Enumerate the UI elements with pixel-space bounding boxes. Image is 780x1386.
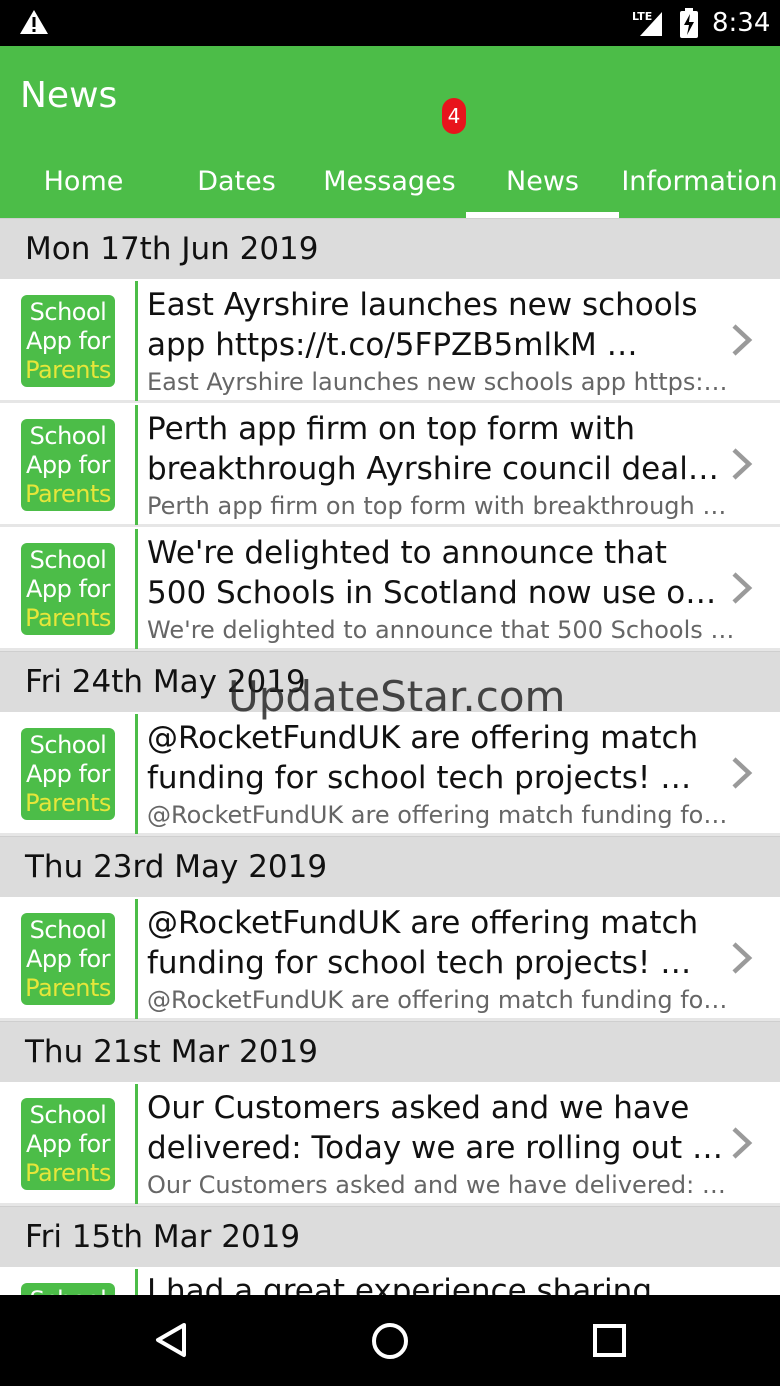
news-summary: Our Customers asked and we have delivere… [147, 1171, 735, 1199]
news-item[interactable]: School App for Parents @RocketFundUK are of… [0, 897, 780, 1021]
school-app-logo: SchoolApp forParents [21, 1098, 115, 1190]
news-title-line: @RocketFundUK are offering match [147, 905, 699, 941]
logo-line: App for [25, 451, 111, 479]
chevron-right-icon [732, 448, 753, 480]
logo-line: School [21, 1286, 115, 1295]
school-app-logo: SchoolApp forParents [21, 295, 115, 387]
news-item[interactable]: School App for Parents Perth app firm on to… [0, 403, 780, 527]
logo-line: App for [25, 1130, 111, 1158]
school-app-logo: SchoolApp forParents [21, 728, 115, 820]
news-title: Perth app firm on top form with breakthro… [147, 409, 727, 489]
logo-line: School [29, 1101, 107, 1129]
news-title-line: funding for school tech projects! … [147, 760, 692, 796]
warning-icon [20, 10, 48, 34]
school-app-logo: SchoolApp forParents [21, 913, 115, 1005]
news-title-line: We're delighted to announce that [147, 535, 667, 571]
logo-line: School [29, 298, 107, 326]
news-title: I had a great experience sharing [147, 1271, 727, 1295]
tab-news[interactable]: News [466, 150, 619, 218]
news-title: @RocketFundUK are offering match funding … [147, 903, 727, 983]
logo-line: School [29, 731, 107, 759]
news-summary: East Ayrshire launches new schools app h… [147, 368, 735, 396]
svg-text:LTE: LTE [632, 10, 652, 23]
tab-dates[interactable]: Dates [160, 150, 313, 218]
school-app-logo: SchoolApp forParents [21, 419, 115, 511]
news-item[interactable]: School App for Parents We're delighted to a… [0, 527, 780, 651]
news-title-line: East Ayrshire launches new schools [147, 287, 698, 323]
logo-line: School [29, 546, 107, 574]
news-summary: @RocketFundUK are offering match funding… [147, 801, 735, 829]
logo-line: Parents [25, 974, 111, 1002]
logo-line: Parents [25, 604, 111, 632]
item-divider [135, 405, 138, 525]
messages-badge: 4 [442, 98, 466, 134]
home-icon[interactable] [371, 1322, 409, 1360]
news-title: @RocketFundUK are offering match funding … [147, 718, 727, 798]
status-bar: LTE 8:34 [0, 0, 780, 46]
battery-charging-icon [680, 8, 698, 38]
logo-line: Parents [25, 1159, 111, 1187]
tab-bar: Home Dates Messages News Information [0, 150, 780, 218]
news-item[interactable]: School App for Parents East Ayrshire launch… [0, 279, 780, 403]
logo-line: App for [25, 760, 111, 788]
news-title: Our Customers asked and we have delivered… [147, 1088, 727, 1168]
news-title-line: Perth app firm on top form with [147, 411, 636, 447]
app-bar: News Home Dates Messages News Informatio… [0, 46, 780, 218]
logo-line: App for [25, 945, 111, 973]
news-summary: @RocketFundUK are offering match funding… [147, 986, 735, 1014]
navigation-bar [0, 1295, 780, 1386]
news-item[interactable]: School App for Parents Our Customers asked … [0, 1082, 780, 1206]
logo-line: Parents [25, 356, 111, 384]
logo-line: Parents [25, 480, 111, 508]
tab-messages[interactable]: Messages [313, 150, 466, 218]
chevron-right-icon [732, 572, 753, 604]
logo-line: Parents [25, 789, 111, 817]
news-item[interactable]: School App for Parents @RocketFundUK are of… [0, 712, 780, 836]
date-header: Fri 15th Mar 2019 [0, 1206, 780, 1267]
school-app-logo: SchoolApp forParents [21, 543, 115, 635]
school-app-logo: SchoolApp forParents [21, 1283, 115, 1295]
news-title-line: breakthrough Ayrshire council deal https… [147, 451, 727, 487]
item-divider [135, 1269, 138, 1295]
status-time: 8:34 [712, 8, 771, 38]
news-item[interactable]: SchoolApp forParents I had a great experi… [0, 1267, 780, 1295]
date-header: Thu 23rd May 2019 [0, 836, 780, 897]
news-title-line: funding for school tech projects! … [147, 945, 692, 981]
item-divider [135, 899, 138, 1019]
item-divider [135, 281, 138, 401]
chevron-right-icon [732, 757, 753, 789]
recents-icon[interactable] [593, 1324, 626, 1357]
lte-signal-icon: LTE [632, 10, 662, 36]
logo-line: App for [25, 575, 111, 603]
news-title-line: app https://t.co/5FPZB5mlkM … [147, 327, 638, 363]
logo-line: School [29, 916, 107, 944]
news-title-line: @RocketFundUK are offering match [147, 720, 699, 756]
watermark: UpdateStar.com [228, 672, 566, 721]
item-divider [135, 529, 138, 649]
logo-line: App for [25, 327, 111, 355]
page-title: News [20, 75, 118, 116]
tab-home[interactable]: Home [7, 150, 160, 218]
chevron-right-icon [732, 1127, 753, 1159]
news-title: We're delighted to announce that 500 Scho… [147, 533, 727, 613]
item-divider [135, 714, 138, 834]
chevron-right-icon [732, 942, 753, 974]
news-summary: Perth app firm on top form with breakthr… [147, 492, 735, 520]
news-feed[interactable]: Mon 17th Jun 2019 School App for Parents Eas… [0, 218, 780, 1295]
back-icon[interactable] [154, 1322, 188, 1358]
tab-information[interactable]: Information [619, 150, 780, 218]
news-title-line: delivered: Today we are rolling out the … [147, 1130, 727, 1166]
news-title: East Ayrshire launches new schools app ht… [147, 285, 727, 365]
news-title-line: I had a great experience sharing [147, 1273, 652, 1295]
date-header: Thu 21st Mar 2019 [0, 1021, 780, 1082]
date-header: Mon 17th Jun 2019 [0, 218, 780, 279]
news-title-line: 500 Schools in Scotland now use our app [147, 575, 727, 611]
logo-line: School [29, 422, 107, 450]
news-summary: We're delighted to announce that 500 Sch… [147, 616, 735, 644]
item-divider [135, 1084, 138, 1204]
chevron-right-icon [732, 324, 753, 356]
news-title-line: Our Customers asked and we have [147, 1090, 690, 1126]
